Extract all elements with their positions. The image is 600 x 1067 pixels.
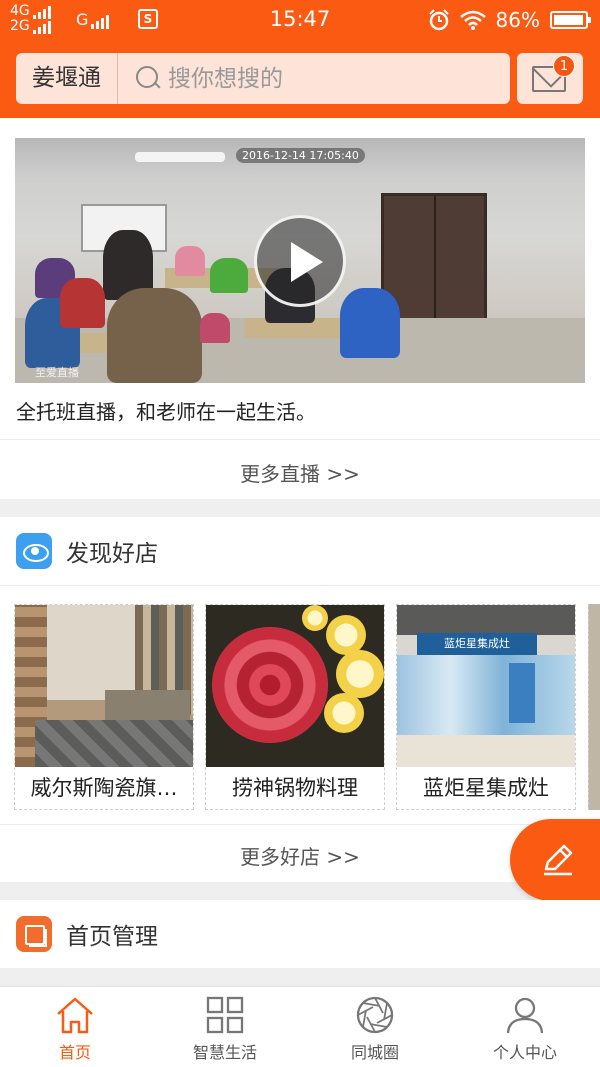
status-bar: 4G 2G G S 15:47 86%	[0, 0, 600, 40]
person-icon	[506, 997, 544, 1034]
aperture-icon	[356, 996, 394, 1034]
shop-card[interactable]: 蓝炬星集成灶 蓝炬星集成灶	[396, 604, 576, 810]
tab-label: 首页	[58, 1043, 91, 1062]
divider	[0, 824, 600, 825]
status-right: 86%	[428, 8, 591, 32]
tab-smart-life[interactable]: 智慧生活	[150, 987, 300, 1067]
wifi-icon	[459, 10, 486, 30]
shop-name: 蓝炬星集成灶	[423, 776, 549, 800]
manage-header: 首页管理	[16, 916, 158, 952]
search-bar[interactable]: 姜堰通	[16, 53, 510, 104]
home-icon	[57, 997, 93, 1034]
city-selector[interactable]: 姜堰通	[16, 53, 118, 104]
live-section: 2016-12-14 17:05:40 至爱直播 全托班直播，和老师在一起生活。…	[0, 118, 600, 499]
shop-name: 捞神锅物料理	[232, 776, 358, 800]
tab-label: 个人中心	[492, 1043, 557, 1062]
post-button[interactable]	[510, 819, 600, 901]
video-timestamp: 2016-12-14 17:05:40	[236, 148, 365, 163]
battery-icon	[550, 11, 591, 29]
alarm-icon	[428, 9, 449, 31]
play-button[interactable]	[254, 215, 346, 307]
divider	[0, 585, 600, 586]
grid-icon	[206, 996, 244, 1034]
message-badge: 1	[553, 55, 575, 77]
tab-city-circle[interactable]: 同城圈	[300, 987, 450, 1067]
shop-image	[206, 605, 384, 767]
battery-percent: 86%	[495, 8, 540, 32]
search-input[interactable]	[168, 65, 468, 92]
eye-icon	[16, 533, 52, 569]
shop-card-partial[interactable]	[588, 604, 600, 810]
pencil-icon	[544, 844, 573, 876]
manage-title: 首页管理	[66, 924, 158, 950]
tab-label: 同城圈	[350, 1043, 399, 1062]
search-icon	[136, 65, 162, 92]
tab-label: 智慧生活	[192, 1043, 257, 1062]
message-button[interactable]: 1	[517, 53, 583, 104]
tab-profile[interactable]: 个人中心	[450, 987, 600, 1067]
shop-card[interactable]: 威尔斯陶瓷旗…	[14, 604, 194, 810]
shops-title: 发现好店	[66, 541, 158, 567]
app-header: 4G 2G G S 15:47 86% 姜堰通 搜你想搜的 1	[0, 0, 600, 118]
live-video[interactable]: 2016-12-14 17:05:40 至爱直播	[15, 138, 585, 383]
shop-card[interactable]: 捞神锅物料理	[205, 604, 385, 810]
manage-icon	[16, 916, 52, 952]
shops-section: 发现好店 威尔斯陶瓷旗… 捞神锅物料理 蓝炬星集成灶 蓝炬星集成灶 更多好店 >…	[0, 517, 600, 882]
store-sign: 蓝炬星集成灶	[417, 633, 537, 655]
video-watermark: 至爱直播	[35, 366, 79, 379]
live-caption[interactable]: 全托班直播，和老师在一起生活。	[16, 396, 316, 425]
manage-section[interactable]: 首页管理	[0, 900, 600, 968]
shops-header: 发现好店	[16, 533, 158, 569]
more-live-link[interactable]: 更多直播 >>	[0, 458, 600, 487]
tab-home[interactable]: 首页	[0, 987, 150, 1067]
shop-image	[15, 605, 193, 767]
shop-name: 威尔斯陶瓷旗…	[30, 776, 178, 800]
shop-image: 蓝炬星集成灶	[397, 605, 575, 767]
divider	[0, 439, 600, 440]
tab-bar: 首页 智慧生活 同城圈 个人中心	[0, 986, 600, 1067]
